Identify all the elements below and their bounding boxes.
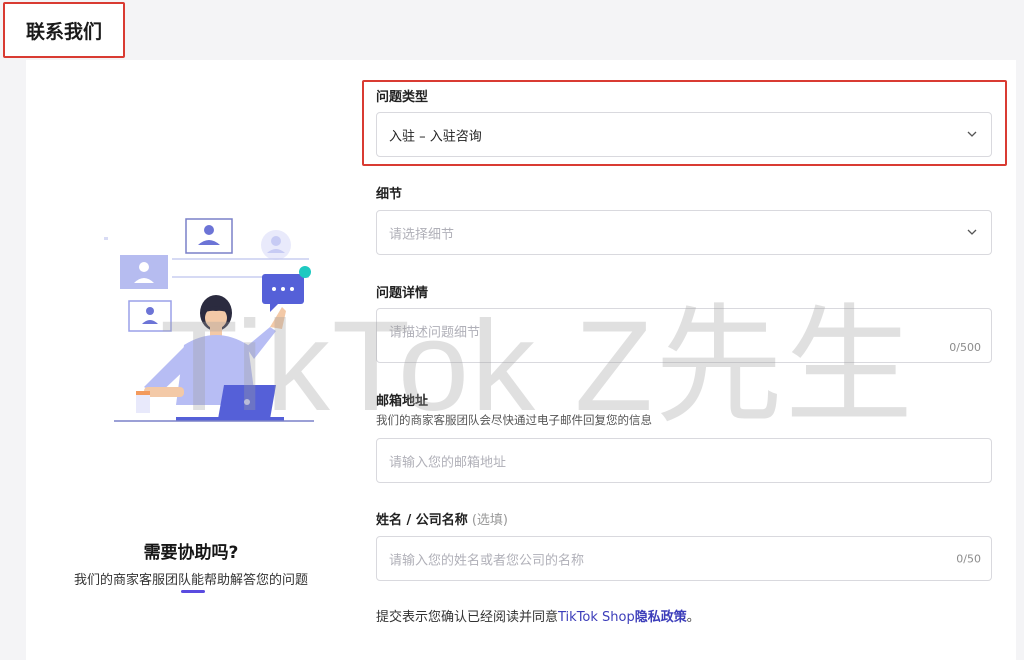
- issue-detail-counter: 0/500: [949, 341, 981, 354]
- email-field[interactable]: 请输入您的邮箱地址: [376, 438, 992, 483]
- name-counter: 0/50: [956, 552, 981, 565]
- name-label-text: 姓名 / 公司名称: [376, 513, 468, 528]
- name-label: 姓名 / 公司名称 (选填): [376, 509, 508, 528]
- issue-detail-textarea[interactable]: 请描述问题细节 0/500: [376, 308, 992, 363]
- email-label: 邮箱地址: [376, 394, 429, 409]
- page-title: 联系我们: [3, 2, 125, 58]
- issue-detail-label: 问题详情: [376, 286, 429, 301]
- name-field[interactable]: 请输入您的姓名或者您公司的名称 0/50: [376, 536, 992, 581]
- issue-detail-placeholder: 请描述问题细节: [389, 325, 481, 341]
- name-placeholder: 请输入您的姓名或者您公司的名称: [389, 553, 585, 568]
- help-panel: 需要协助吗? 我们的商家客服团队能帮助解答您的问题: [26, 60, 356, 660]
- detail-placeholder: 请选择细节: [389, 227, 455, 242]
- consent-prefix: 提交表示您确认已经阅读并同意: [376, 610, 559, 625]
- consent-suffix: 。: [686, 610, 700, 625]
- help-description: 我们的商家客服团队能帮助解答您的问题: [73, 573, 308, 588]
- issue-type-highlight: [362, 80, 1007, 166]
- accent-underline: [181, 590, 205, 593]
- optional-tag: (选填): [471, 513, 508, 528]
- support-illustration: [104, 218, 314, 422]
- consent-text: 提交表示您确认已经阅读并同意TikTok Shop隐私政策。: [376, 606, 700, 625]
- email-hint: 我们的商家客服团队会尽快通过电子邮件回复您的信息: [376, 413, 652, 427]
- privacy-policy-link[interactable]: 隐私政策: [635, 610, 687, 625]
- email-placeholder: 请输入您的邮箱地址: [389, 455, 507, 470]
- detail-select[interactable]: 请选择细节: [376, 210, 992, 255]
- help-title: 需要协助吗?: [143, 543, 239, 563]
- chevron-down-icon: [967, 229, 977, 235]
- detail-label: 细节: [376, 187, 403, 202]
- tiktok-shop-link[interactable]: TikTok Shop: [558, 610, 635, 625]
